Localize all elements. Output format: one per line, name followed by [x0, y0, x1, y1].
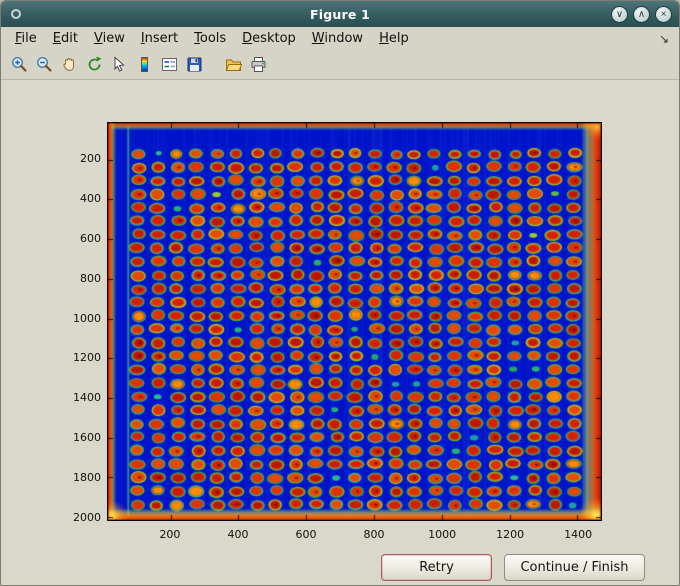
save-figure-button[interactable]	[182, 53, 206, 77]
print-figure-button[interactable]	[246, 53, 270, 77]
zoom-out-button[interactable]	[32, 53, 56, 77]
plot-axes[interactable]	[107, 122, 602, 521]
pan-button[interactable]	[57, 53, 81, 77]
rotate-3d-button[interactable]	[82, 53, 106, 77]
figure-window: Figure 1 ∨ ∧ × ↘ File Edit View Insert Tools De…	[0, 0, 680, 586]
y-tick-label: 1600	[73, 431, 101, 445]
menu-tools[interactable]: Tools	[186, 27, 234, 50]
maximize-button[interactable]: ∧	[633, 5, 650, 23]
insert-legend-button[interactable]	[157, 53, 181, 77]
menu-desktop[interactable]: Desktop	[234, 27, 304, 50]
y-tick-label: 1000	[73, 311, 101, 325]
window-controls: ∨ ∧ ×	[611, 5, 672, 23]
retry-button[interactable]: Retry	[381, 554, 492, 581]
y-tick-label: 1400	[73, 391, 101, 405]
x-tick-label: 600	[295, 528, 317, 541]
y-tick-label: 400	[80, 191, 101, 205]
x-tick-label: 1400	[564, 528, 593, 541]
window-title: Figure 1	[310, 6, 370, 22]
x-tick-label: 1000	[428, 528, 457, 541]
menu-edit[interactable]: Edit	[45, 27, 86, 50]
y-tick-label: 800	[80, 271, 101, 285]
y-tick-label: 1800	[73, 471, 101, 485]
zoom-out-icon	[36, 56, 52, 72]
y-tick-label: 2000	[73, 511, 101, 524]
close-button[interactable]: ×	[655, 5, 672, 23]
open-folder-icon	[225, 59, 242, 71]
menu-help[interactable]: Help	[371, 27, 417, 50]
menu-insert[interactable]: Insert	[133, 27, 186, 50]
dock-figure-icon[interactable]: ↘	[659, 32, 671, 46]
x-tick-label: 1200	[496, 528, 525, 541]
y-tick-label: 1200	[73, 351, 101, 365]
zoom-in-button[interactable]	[7, 53, 31, 77]
edit-plot-button[interactable]	[107, 53, 131, 77]
colorbar-icon	[140, 57, 148, 72]
legend-icon	[161, 58, 177, 71]
plot-canvas[interactable]	[108, 123, 601, 520]
x-tick-label: 800	[363, 528, 385, 541]
menu-bar: ↘ File Edit View Insert Tools Desktop Window He…	[1, 27, 679, 50]
insert-colorbar-button[interactable]	[132, 53, 156, 77]
shade-button[interactable]: ∨	[611, 5, 628, 23]
title-bar[interactable]: Figure 1 ∨ ∧ ×	[1, 1, 679, 27]
y-tick-label: 600	[80, 231, 101, 245]
menu-file[interactable]: File	[7, 27, 45, 50]
continue-finish-button[interactable]: Continue / Finish	[504, 554, 645, 581]
x-tick-label: 200	[159, 528, 181, 541]
printer-icon	[251, 57, 265, 72]
hand-pan-icon	[62, 58, 74, 71]
toolbar	[1, 50, 679, 80]
menu-window[interactable]: Window	[304, 27, 371, 50]
y-tick-label: 200	[80, 151, 101, 165]
zoom-in-icon	[11, 56, 27, 72]
open-file-button[interactable]	[221, 53, 245, 77]
edit-plot-arrow-icon	[114, 56, 125, 72]
figure-area: Retry Continue / Finish 200 400 600 800 1000…	[1, 80, 679, 585]
menu-view[interactable]: View	[86, 27, 133, 50]
window-menu-icon[interactable]	[11, 9, 21, 19]
rotate-3d-icon	[88, 56, 101, 71]
x-tick-label: 400	[227, 528, 249, 541]
save-floppy-icon	[187, 57, 201, 72]
